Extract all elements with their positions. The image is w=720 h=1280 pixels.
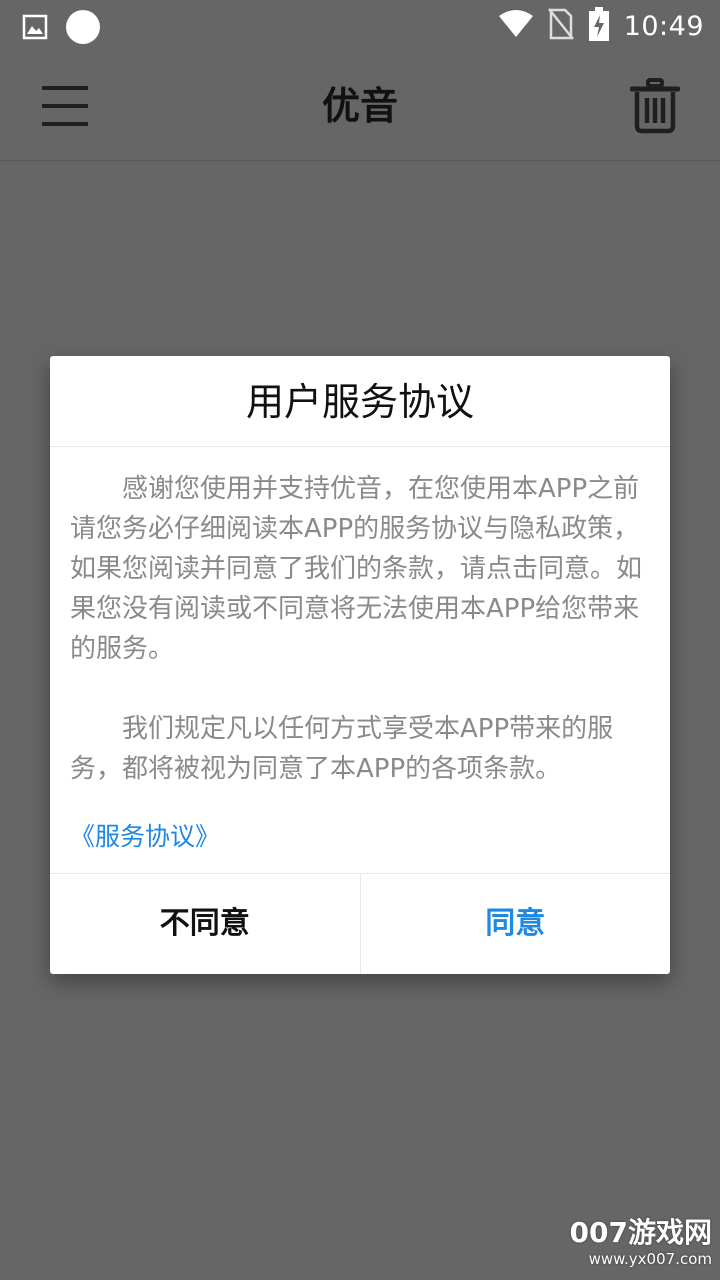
status-time: 10:49: [623, 10, 704, 42]
dialog-paragraph-1: 感谢您使用并支持优音，在您使用本APP之前请您务必仔细阅读本APP的服务协议与隐…: [70, 474, 643, 664]
agree-button[interactable]: 同意: [361, 874, 671, 974]
status-bar-left: [22, 10, 100, 48]
no-sim-icon: [547, 8, 574, 44]
disagree-button[interactable]: 不同意: [50, 874, 361, 974]
app-bar: 优音: [0, 52, 720, 161]
hamburger-menu-icon[interactable]: [42, 84, 88, 128]
watermark-main: 007游戏网: [569, 1216, 712, 1249]
trash-icon[interactable]: [629, 78, 681, 134]
page-title: 优音: [321, 84, 398, 128]
service-agreement-link[interactable]: 《服务协议》: [70, 817, 220, 853]
dialog-title: 用户服务协议: [50, 356, 670, 447]
user-agreement-dialog: 用户服务协议 感谢您使用并支持优音，在您使用本APP之前请您务必仔细阅读本APP…: [50, 356, 670, 974]
circle-icon: [66, 10, 100, 48]
battery-charging-icon: [588, 7, 610, 45]
watermark: 007游戏网 www.yx007.com: [562, 1216, 712, 1276]
status-bar: 10:49: [0, 0, 720, 52]
image-icon: [22, 14, 48, 44]
wifi-icon: [498, 10, 534, 42]
watermark-url: www.yx007.com: [588, 1250, 712, 1268]
dialog-button-bar: 不同意 同意: [50, 873, 670, 974]
dialog-paragraph-2: 我们规定凡以任何方式享受本APP带来的服务，都将被视为同意了本APP的各项条款。: [70, 714, 614, 784]
status-bar-right: 10:49: [498, 6, 704, 46]
dialog-body: 感谢您使用并支持优音，在您使用本APP之前请您务必仔细阅读本APP的服务协议与隐…: [50, 447, 670, 852]
